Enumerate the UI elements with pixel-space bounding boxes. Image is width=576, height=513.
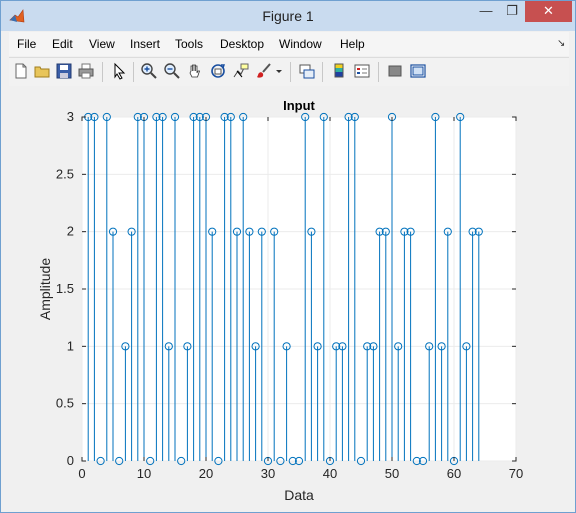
x-tick-label: 40: [323, 466, 337, 481]
x-tick-label: 60: [447, 466, 461, 481]
y-tick-label: 3: [67, 109, 74, 124]
zoom-out-icon[interactable]: [163, 62, 181, 80]
menu-overflow-icon[interactable]: ↘: [557, 38, 565, 49]
maximize-button[interactable]: ❐: [499, 1, 525, 22]
menu-bar: File Edit View Insert Tools Desktop Wind…: [9, 32, 569, 56]
brush-dropdown-icon[interactable]: [274, 62, 284, 80]
menu-desktop[interactable]: Desktop: [220, 37, 264, 51]
close-button[interactable]: ✕: [525, 1, 572, 22]
open-file-icon[interactable]: [33, 62, 51, 80]
x-tick-label: 20: [199, 466, 213, 481]
save-icon[interactable]: [55, 62, 73, 80]
menu-edit[interactable]: Edit: [52, 37, 73, 51]
toolbar-separator: [290, 62, 291, 82]
figure-canvas: 0 10 20 30 40 50 60 70 0 0.5 1 1.5 2 2.5 3 Input Data …: [9, 86, 569, 506]
data-cursor-icon[interactable]: [232, 62, 250, 80]
y-tick-label: 1.5: [56, 281, 74, 296]
rotate-3d-icon[interactable]: [209, 62, 227, 80]
toolbar-separator: [322, 62, 323, 82]
colorbar-icon[interactable]: [330, 62, 348, 80]
show-plot-tools-icon[interactable]: [409, 62, 427, 80]
y-tick-label: 1: [67, 338, 74, 353]
pan-hand-icon[interactable]: [186, 62, 204, 80]
x-tick-label: 50: [385, 466, 399, 481]
print-icon[interactable]: [77, 62, 95, 80]
y-tick-label: 0.5: [56, 396, 74, 411]
title-bar[interactable]: Figure 1 — ❐ ✕: [1, 1, 575, 31]
x-tick-label: 30: [261, 466, 275, 481]
toolbar-separator: [102, 62, 103, 82]
menu-window[interactable]: Window: [279, 37, 322, 51]
menu-file[interactable]: File: [17, 37, 36, 51]
zoom-in-icon[interactable]: [140, 62, 158, 80]
y-tick-label: 0: [67, 453, 74, 468]
toolbar-separator: [133, 62, 134, 82]
figure-toolbar: [9, 57, 569, 87]
menu-view[interactable]: View: [89, 37, 115, 51]
legend-icon[interactable]: [353, 62, 371, 80]
y-axis-label: Amplitude: [37, 258, 53, 320]
x-tick-label: 0: [78, 466, 85, 481]
brush-icon[interactable]: [255, 62, 273, 80]
new-figure-icon[interactable]: [12, 62, 30, 80]
menu-help[interactable]: Help: [340, 37, 365, 51]
y-tick-label: 2: [67, 224, 74, 239]
toolbar-separator: [378, 62, 379, 82]
minimize-button[interactable]: —: [473, 1, 499, 22]
y-tick-label: 2.5: [56, 166, 74, 181]
stem-chart[interactable]: 0 10 20 30 40 50 60 7000.511.522.53 Input Data …: [9, 86, 569, 506]
x-tick-label: 70: [509, 466, 523, 481]
figure-window: Figure 1 — ❐ ✕ File Edit View Insert Too…: [0, 0, 576, 513]
x-tick-label: 10: [137, 466, 151, 481]
link-plot-icon[interactable]: [298, 62, 316, 80]
hide-plot-tools-icon[interactable]: [386, 62, 404, 80]
menu-insert[interactable]: Insert: [130, 37, 160, 51]
edit-plot-arrow-icon[interactable]: [110, 62, 128, 80]
x-axis-label: Data: [284, 487, 314, 503]
chart-title: Input: [283, 98, 315, 113]
menu-tools[interactable]: Tools: [175, 37, 203, 51]
